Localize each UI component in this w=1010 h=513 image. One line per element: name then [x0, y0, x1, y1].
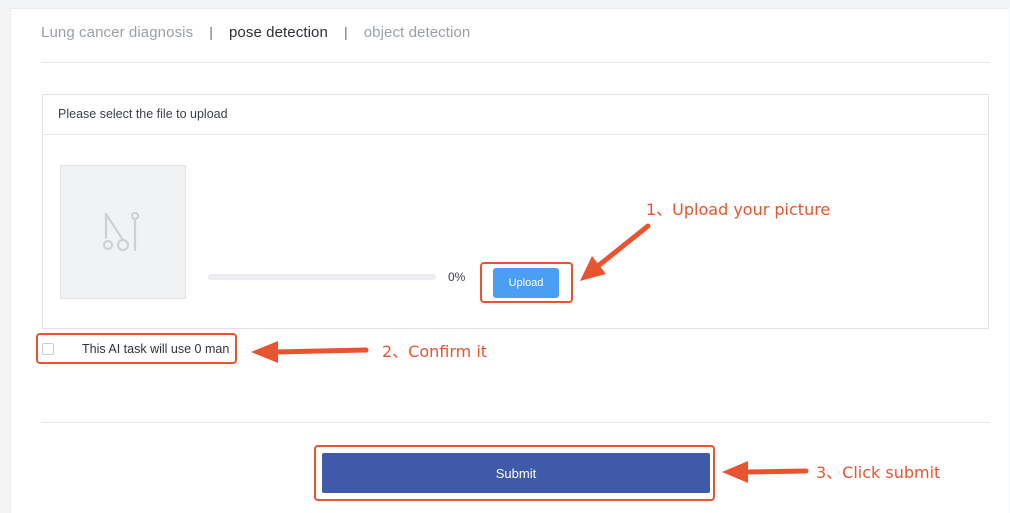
- image-placeholder-icon: [102, 211, 140, 252]
- step3-annotation: 3、Click submit: [816, 463, 941, 482]
- upload-highlight-box: [480, 262, 573, 303]
- task-tabs: Lung cancer diagnosis | pose detection |…: [41, 20, 470, 44]
- submit-highlight-box: [314, 445, 715, 501]
- upload-panel-header: Please select the file to upload: [43, 95, 988, 135]
- top-divider: [41, 62, 990, 63]
- tab-object-detection[interactable]: object detection: [364, 24, 471, 41]
- image-preview[interactable]: [60, 165, 186, 299]
- upload-progress-bar: [208, 274, 436, 280]
- bottom-divider: [41, 422, 990, 423]
- step1-annotation: 1、Upload your picture: [646, 200, 831, 219]
- tab-pose-detection[interactable]: pose detection: [229, 24, 328, 41]
- step2-annotation: 2、Confirm it: [382, 342, 488, 361]
- tab-lung-cancer-diagnosis[interactable]: Lung cancer diagnosis: [41, 24, 193, 41]
- tab-separator: |: [209, 24, 213, 40]
- tab-separator: |: [343, 24, 348, 40]
- upload-progress-text: 0%: [448, 270, 466, 284]
- confirm-highlight-box: [36, 333, 237, 364]
